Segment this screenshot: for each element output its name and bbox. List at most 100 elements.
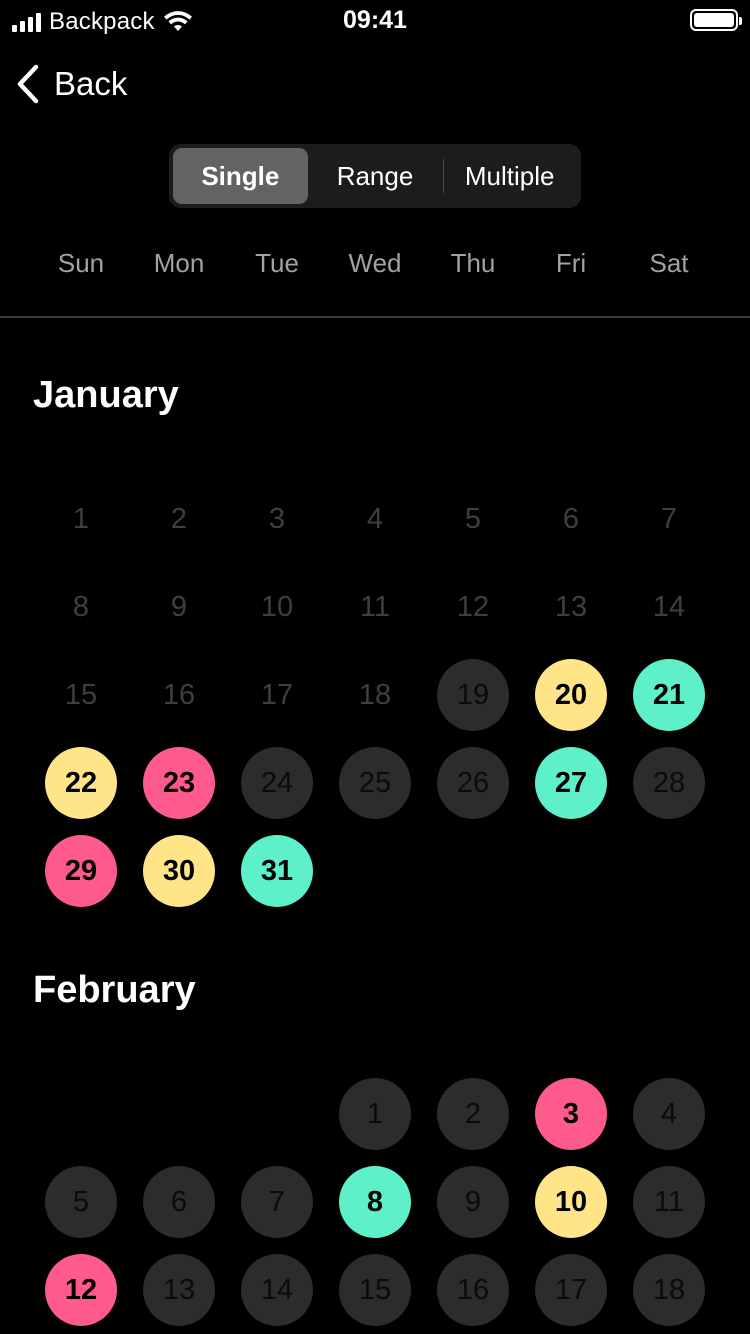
- calendar-day[interactable]: 16: [424, 1246, 522, 1334]
- segment-range[interactable]: Range: [308, 148, 443, 204]
- month-title-january: January: [33, 374, 179, 416]
- calendar-day[interactable]: 8: [326, 1158, 424, 1246]
- weekday-sun: Sun: [57, 248, 105, 278]
- calendar-day-number: 2: [437, 1078, 509, 1150]
- calendar-day-number: 13: [554, 590, 588, 623]
- weekday-thu: Thu: [450, 248, 496, 278]
- calendar-day-number: 23: [143, 747, 215, 819]
- calendar-day[interactable]: 30: [130, 827, 228, 915]
- calendar-day: 6: [522, 475, 620, 563]
- calendar-day: 18: [326, 651, 424, 739]
- segment-multiple[interactable]: Multiple: [442, 148, 577, 204]
- calendar-day[interactable]: 22: [32, 739, 130, 827]
- calendar-day: 16: [130, 651, 228, 739]
- calendar-day[interactable]: 26: [424, 739, 522, 827]
- calendar-day[interactable]: 23: [130, 739, 228, 827]
- calendar-day-number: 11: [359, 590, 391, 623]
- calendar-day-number: 6: [562, 502, 580, 535]
- calendar-day-number: 5: [45, 1166, 117, 1238]
- calendar-day-number: 10: [260, 590, 294, 623]
- calendar-day-number: 16: [437, 1254, 509, 1326]
- calendar-day: 2: [130, 475, 228, 563]
- calendar-day-number: 13: [143, 1254, 215, 1326]
- selection-mode-control: Single Range Multiple: [169, 144, 581, 208]
- calendar-day: 11: [326, 563, 424, 651]
- calendar-day-number: 22: [45, 747, 117, 819]
- calendar-day-number: 21: [633, 659, 705, 731]
- weekday-fri: Fri: [555, 248, 587, 278]
- calendar-day[interactable]: 19: [424, 651, 522, 739]
- calendar-day[interactable]: 31: [228, 827, 326, 915]
- segment-single[interactable]: Single: [173, 148, 308, 204]
- calendar-day: 5: [424, 475, 522, 563]
- calendar-day[interactable]: 3: [522, 1070, 620, 1158]
- calendar-day[interactable]: 25: [326, 739, 424, 827]
- calendar-day-number: 20: [535, 659, 607, 731]
- calendar-day[interactable]: 10: [522, 1158, 620, 1246]
- calendar-day-number: 2: [170, 502, 188, 535]
- calendar-day-number: 18: [358, 678, 392, 711]
- calendar-day-number: 14: [652, 590, 686, 623]
- calendar-day-number: 5: [464, 502, 482, 535]
- calendar-day[interactable]: 17: [522, 1246, 620, 1334]
- calendar-day: 7: [620, 475, 718, 563]
- calendar-day-number: 6: [143, 1166, 215, 1238]
- calendar-day-number: 3: [535, 1078, 607, 1150]
- calendar-day-number: 9: [437, 1166, 509, 1238]
- calendar-day-number: 4: [366, 502, 384, 535]
- calendar-day-number: 12: [456, 590, 490, 623]
- calendar-day-number: 17: [535, 1254, 607, 1326]
- calendar-day[interactable]: 11: [620, 1158, 718, 1246]
- calendar-day[interactable]: 28: [620, 739, 718, 827]
- calendar-day-number: 1: [339, 1078, 411, 1150]
- calendar-day-number: 1: [72, 502, 90, 535]
- calendar-day[interactable]: 29: [32, 827, 130, 915]
- calendar-day[interactable]: 7: [228, 1158, 326, 1246]
- calendar-day: 14: [620, 563, 718, 651]
- calendar-day[interactable]: 24: [228, 739, 326, 827]
- calendar-day-number: 7: [660, 502, 678, 535]
- month-title-february: February: [33, 969, 196, 1011]
- calendar-day[interactable]: 14: [228, 1246, 326, 1334]
- calendar-day: 1: [32, 475, 130, 563]
- calendar-day-number: 29: [45, 835, 117, 907]
- calendar-day[interactable]: 4: [620, 1070, 718, 1158]
- calendar-day-number: 3: [268, 502, 286, 535]
- calendar-day-number: 24: [241, 747, 313, 819]
- battery-icon: [690, 9, 742, 31]
- calendar-day: 9: [130, 563, 228, 651]
- calendar-day[interactable]: 12: [32, 1246, 130, 1334]
- chevron-left-icon: [17, 64, 39, 104]
- calendar-day[interactable]: 9: [424, 1158, 522, 1246]
- status-bar: Backpack 09:41: [0, 0, 750, 40]
- calendar-day-number: 19: [437, 659, 509, 731]
- calendar-day[interactable]: 15: [326, 1246, 424, 1334]
- calendar-day: 3: [228, 475, 326, 563]
- header-divider: [0, 316, 750, 318]
- calendar-day[interactable]: 6: [130, 1158, 228, 1246]
- weekday-mon: Mon: [153, 248, 205, 278]
- calendar-day[interactable]: 27: [522, 739, 620, 827]
- calendar-day-number: 12: [45, 1254, 117, 1326]
- calendar-day: 4: [326, 475, 424, 563]
- calendar-day-number: 18: [633, 1254, 705, 1326]
- status-time: 09:41: [343, 6, 407, 34]
- calendar-day[interactable]: 18: [620, 1246, 718, 1334]
- calendar-day-number: 16: [162, 678, 196, 711]
- calendar-day-number: 17: [260, 678, 294, 711]
- calendar-day-number: 9: [170, 590, 188, 623]
- calendar-day: 15: [32, 651, 130, 739]
- calendar-day[interactable]: 13: [130, 1246, 228, 1334]
- calendar-day: 8: [32, 563, 130, 651]
- weekday-sat: Sat: [649, 248, 689, 278]
- calendar-day-number: 15: [339, 1254, 411, 1326]
- calendar-day[interactable]: 5: [32, 1158, 130, 1246]
- calendar-day[interactable]: 21: [620, 651, 718, 739]
- calendar-day[interactable]: 20: [522, 651, 620, 739]
- calendar-day-number: 7: [241, 1166, 313, 1238]
- calendar-day-number: 28: [633, 747, 705, 819]
- calendar-day-number: 15: [64, 678, 98, 711]
- calendar-day[interactable]: 1: [326, 1070, 424, 1158]
- back-button[interactable]: Back: [14, 60, 127, 108]
- calendar-day[interactable]: 2: [424, 1070, 522, 1158]
